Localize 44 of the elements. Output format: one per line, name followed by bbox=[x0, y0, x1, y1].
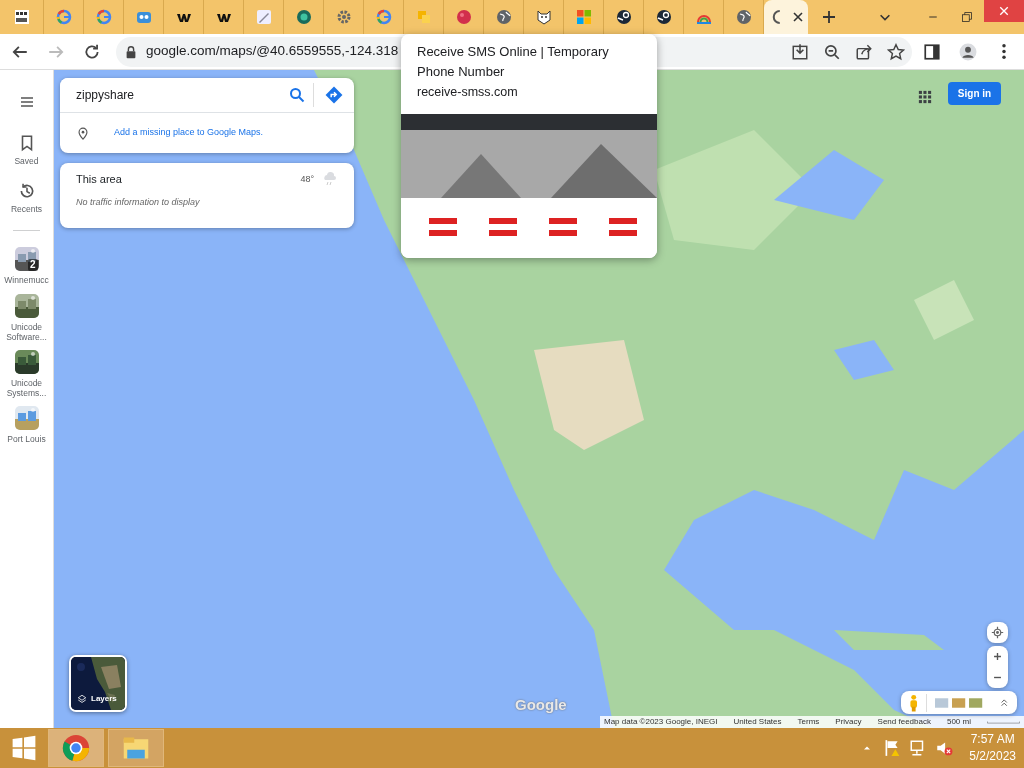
sword-icon bbox=[255, 9, 272, 25]
recent-place[interactable]: Unicode Software... bbox=[0, 293, 54, 342]
chrome-icon bbox=[62, 734, 90, 762]
gear-icon bbox=[335, 9, 352, 25]
menu-icon bbox=[18, 94, 35, 110]
recent-place[interactable]: 2 Winnemucc bbox=[0, 247, 54, 286]
berry-icon bbox=[455, 9, 472, 25]
url-text: google.com/maps/@40.6559555,-124.318 bbox=[146, 42, 399, 61]
disc-icon bbox=[655, 9, 672, 25]
recent-place[interactable]: Port Louis bbox=[0, 406, 54, 445]
circle-icon bbox=[295, 9, 312, 25]
sidebar-item[interactable]: Saved bbox=[0, 134, 54, 167]
plus-icon bbox=[821, 9, 837, 25]
close-icon[interactable] bbox=[792, 11, 804, 23]
flag-icon[interactable] bbox=[883, 739, 902, 757]
globe-icon bbox=[495, 9, 512, 25]
share-icon bbox=[855, 42, 873, 61]
cat-icon bbox=[535, 9, 552, 25]
lock-icon bbox=[124, 44, 138, 59]
globe-icon bbox=[735, 9, 752, 25]
zoom-out-icon bbox=[823, 42, 841, 61]
ring-icon bbox=[55, 9, 72, 25]
disc-icon bbox=[615, 9, 632, 25]
side-panel-icon bbox=[923, 42, 941, 61]
more-vertical-icon bbox=[1002, 44, 1006, 59]
taskbar-app[interactable] bbox=[48, 729, 104, 767]
browser-tab[interactable] bbox=[764, 0, 808, 34]
ring-icon bbox=[95, 9, 112, 25]
download-icon bbox=[791, 42, 809, 61]
squares-icon bbox=[415, 9, 432, 25]
person-icon bbox=[959, 42, 977, 61]
windows-logo-icon bbox=[11, 735, 37, 761]
star-icon bbox=[887, 42, 905, 61]
spinner-icon bbox=[772, 10, 781, 24]
restore-icon bbox=[961, 11, 973, 23]
count-badge: 2 bbox=[27, 259, 38, 272]
close-icon bbox=[998, 5, 1010, 17]
windows-logo-icon bbox=[575, 9, 592, 25]
recent-place[interactable]: Unicode Systems... bbox=[0, 349, 54, 399]
sidebar-item[interactable]: Recents bbox=[0, 182, 54, 215]
robot-icon bbox=[135, 9, 152, 25]
reload-icon bbox=[83, 42, 101, 61]
grid-icon bbox=[13, 9, 30, 25]
ring-icon bbox=[375, 9, 392, 25]
